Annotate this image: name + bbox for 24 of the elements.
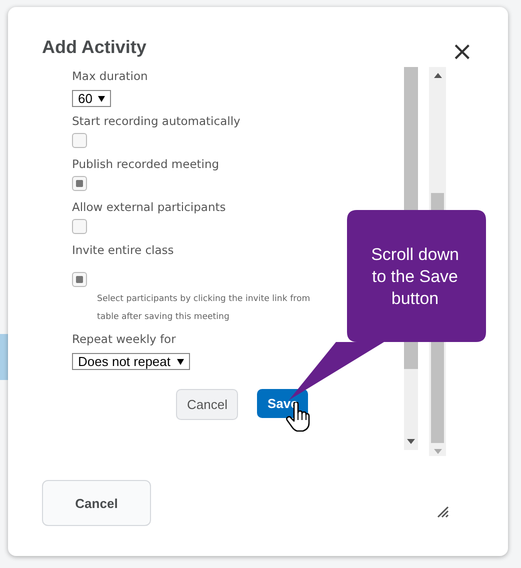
dialog-title: Add Activity xyxy=(42,37,146,58)
dropdown[interactable]: 60 xyxy=(72,90,112,107)
field-label: Invite entire class xyxy=(72,243,174,258)
callout-text: Scroll down to the Save button xyxy=(370,244,460,310)
field-label: Allow external participants xyxy=(72,200,226,215)
field-label: Max duration xyxy=(72,69,148,84)
help-text: Select participants by clicking the invite link from table after saving this meeting xyxy=(97,293,310,324)
field-label: Start recording automatically xyxy=(72,114,240,129)
caret-icon xyxy=(98,96,106,102)
dropdown[interactable]: Does not repeat xyxy=(72,353,190,370)
checkbox[interactable] xyxy=(72,272,87,287)
checkbox[interactable] xyxy=(72,133,87,148)
cancel-button[interactable]: Cancel xyxy=(42,480,151,526)
caret-icon xyxy=(176,358,184,364)
highlighted-row xyxy=(0,334,8,380)
field-label: Repeat weekly for xyxy=(72,332,176,347)
checkbox[interactable] xyxy=(72,219,87,234)
checkbox[interactable] xyxy=(72,176,87,191)
field-label: Publish recorded meeting xyxy=(72,157,220,172)
resize-handle-icon[interactable] xyxy=(437,506,449,518)
scroll-up-arrow-icon[interactable] xyxy=(434,73,442,78)
scroll-down-arrow-icon[interactable] xyxy=(407,439,415,444)
cancel-button[interactable]: Cancel xyxy=(176,389,238,420)
close-button[interactable]: × xyxy=(451,41,473,63)
